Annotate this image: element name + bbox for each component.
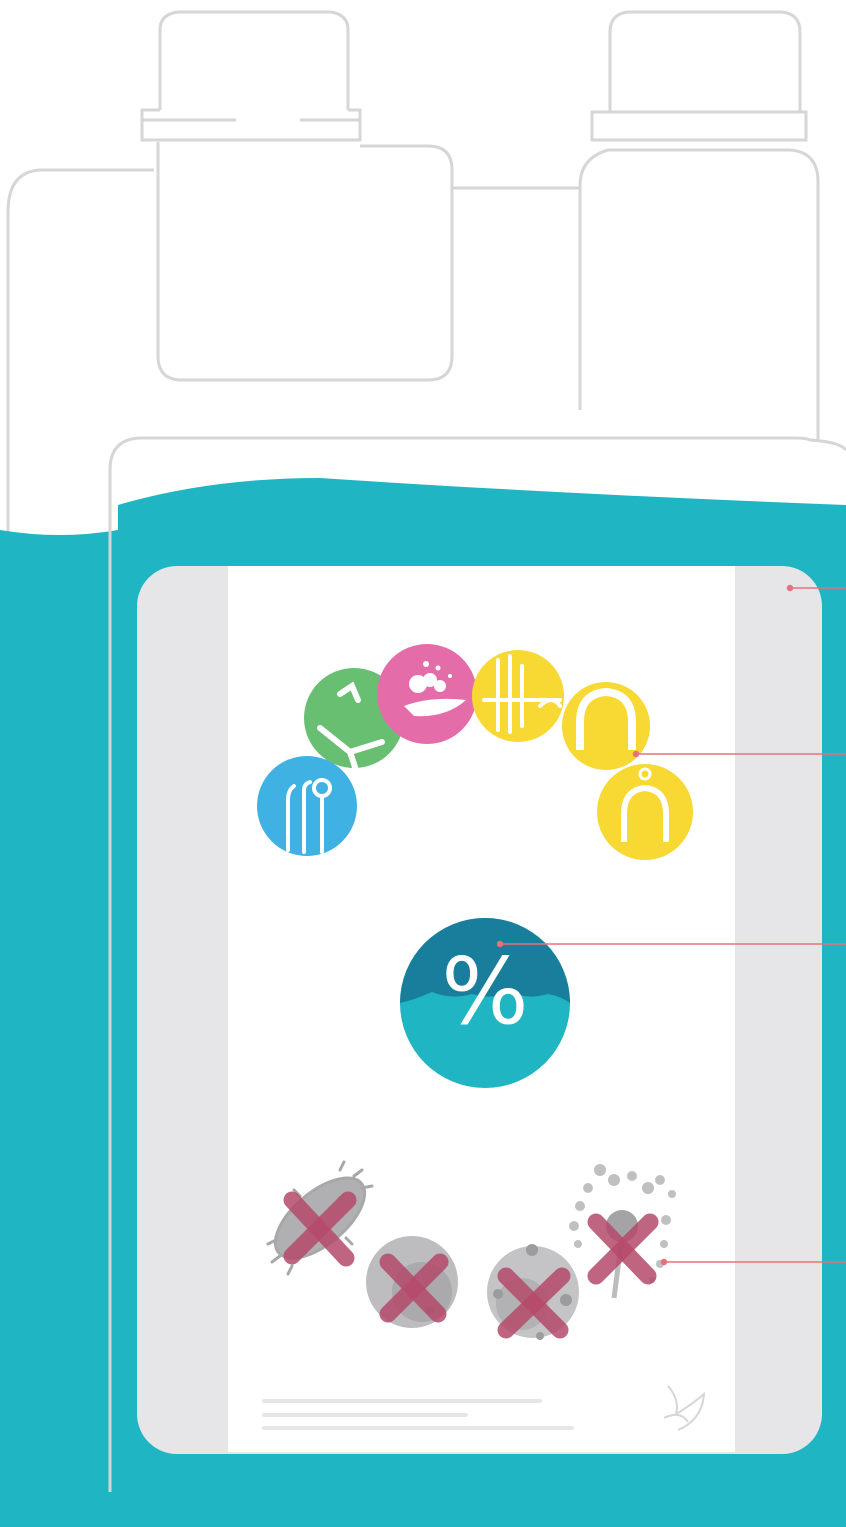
right-neck xyxy=(578,148,820,440)
suction-tips-icon xyxy=(472,650,564,742)
right-cap xyxy=(590,10,808,142)
left-cap xyxy=(140,10,362,142)
measuring-chamber xyxy=(156,142,454,382)
impression-tray-icon xyxy=(597,764,693,860)
hand-wash-icon xyxy=(377,644,477,744)
product-bottle-diagram xyxy=(0,10,846,1527)
dental-instruments-icon xyxy=(257,756,357,856)
